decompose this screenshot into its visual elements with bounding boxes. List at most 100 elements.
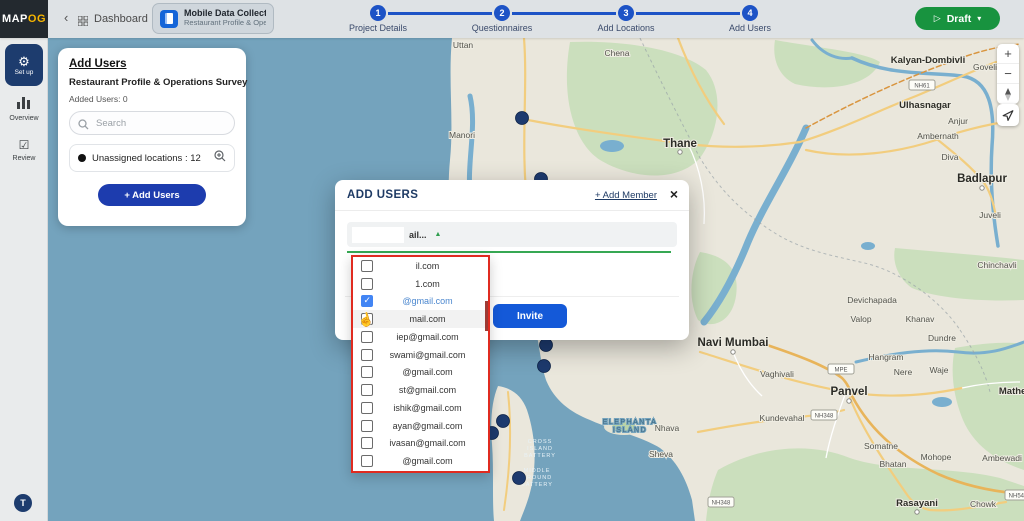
email-option[interactable]: 1.com xyxy=(353,275,488,293)
checkbox[interactable] xyxy=(361,348,373,361)
scrollbar-thumb[interactable] xyxy=(485,301,488,331)
step-1-circle[interactable]: 1 xyxy=(370,5,386,21)
svg-text:Uttan: Uttan xyxy=(453,40,474,50)
step-1-label: Project Details xyxy=(348,23,408,33)
svg-text:BATTERY: BATTERY xyxy=(521,482,553,488)
svg-text:NH61: NH61 xyxy=(914,84,930,90)
chevron-down-icon: ▾ xyxy=(977,14,982,23)
navigation-arrow-icon xyxy=(1002,110,1014,121)
location-marker xyxy=(512,471,526,485)
svg-text:Kalyan-Dombivli: Kalyan-Dombivli xyxy=(891,55,965,66)
svg-text:Rasayani: Rasayani xyxy=(896,498,938,509)
close-icon[interactable]: × xyxy=(670,186,678,202)
app-logo[interactable]: MAP OG xyxy=(0,0,48,38)
email-option[interactable]: iep@gmail.com xyxy=(353,328,488,346)
checkbox[interactable] xyxy=(361,366,373,379)
location-marker xyxy=(537,359,551,373)
email-option[interactable]: swami@gmail.com xyxy=(353,346,488,364)
compass-icon xyxy=(1005,87,1011,101)
email-option[interactable]: ishik@gmail.com xyxy=(353,399,488,417)
caret-up-icon: ▲ xyxy=(434,231,442,238)
svg-text:Diva: Diva xyxy=(941,152,958,162)
survey-title: Restaurant Profile & Operations Survey xyxy=(69,77,248,88)
added-users-count: Added Users: 0 xyxy=(69,94,128,104)
svg-text:Chowk: Chowk xyxy=(970,499,997,509)
member-select-field[interactable]: ail... ▲ xyxy=(347,222,677,247)
svg-text:Valop: Valop xyxy=(850,314,871,324)
checkbox[interactable] xyxy=(361,419,373,432)
modal-title: ADD USERS xyxy=(347,189,419,201)
sidebar-item-overview[interactable]: Overview xyxy=(0,96,48,122)
location-marker xyxy=(539,338,553,352)
svg-text:Anjur: Anjur xyxy=(948,116,968,126)
checkbox-icon: ☑ xyxy=(18,138,30,152)
play-icon: ▷ xyxy=(933,13,941,23)
svg-text:Dundre: Dundre xyxy=(928,333,956,343)
step-3-circle[interactable]: 3 xyxy=(618,5,634,21)
sidebar-item-setup[interactable]: ⚙ Set up xyxy=(5,44,43,86)
email-option[interactable]: st@gmail.com xyxy=(353,381,488,399)
email-option[interactable]: il.com xyxy=(353,257,488,275)
svg-text:Badlapur: Badlapur xyxy=(957,173,1007,185)
svg-text:Nhava: Nhava xyxy=(655,423,680,433)
svg-text:Chinchavli: Chinchavli xyxy=(977,260,1016,270)
invite-button[interactable]: Invite xyxy=(493,304,567,328)
compass-button[interactable] xyxy=(997,84,1019,104)
breadcrumb-dashboard[interactable]: Dashboard xyxy=(94,13,148,25)
draft-button[interactable]: ▷ Draft ▾ xyxy=(915,7,1000,30)
checkbox[interactable] xyxy=(361,384,373,397)
svg-text:ELEPHANTA: ELEPHANTA xyxy=(603,419,658,426)
svg-text:MIDDLE: MIDDLE xyxy=(524,468,551,474)
zoom-to-locations-icon[interactable] xyxy=(214,149,226,167)
checkbox[interactable] xyxy=(361,455,373,468)
email-option[interactable]: @gmail.com xyxy=(353,364,488,382)
stepper-connector xyxy=(636,12,740,15)
bar-chart-icon xyxy=(17,97,30,109)
checkbox[interactable] xyxy=(361,437,373,450)
svg-text:Nere: Nere xyxy=(894,367,913,377)
unassigned-locations-row[interactable]: Unassigned locations : 12 xyxy=(69,144,235,172)
step-3-label: Add Locations xyxy=(597,23,655,33)
svg-text:Ulhasnagar: Ulhasnagar xyxy=(899,100,951,111)
svg-text:Kundevahal: Kundevahal xyxy=(760,413,805,423)
step-4-circle[interactable]: 4 xyxy=(742,5,758,21)
checkbox[interactable] xyxy=(361,277,373,290)
project-tab[interactable]: Mobile Data Collection Restaurant Profil… xyxy=(152,3,274,34)
svg-text:Panvel: Panvel xyxy=(830,386,867,398)
svg-text:Sheva: Sheva xyxy=(649,449,673,459)
email-option[interactable]: @gmail.com xyxy=(353,452,488,470)
email-option[interactable]: ivasan@gmail.com xyxy=(353,435,488,453)
email-option[interactable]: ayan@gmail.com xyxy=(353,417,488,435)
svg-text:Juveli: Juveli xyxy=(979,210,1001,220)
locate-button[interactable] xyxy=(997,104,1019,126)
zoom-out-button[interactable]: − xyxy=(997,64,1019,84)
checkbox[interactable] xyxy=(361,313,373,326)
step-2-circle[interactable]: 2 xyxy=(494,5,510,21)
add-users-button[interactable]: + Add Users xyxy=(98,184,206,206)
redacted-text xyxy=(352,226,404,243)
add-member-link[interactable]: + Add Member xyxy=(595,190,657,201)
map-zoom-controls: + − xyxy=(997,44,1019,104)
back-chevron-icon[interactable]: ‹ xyxy=(64,10,68,25)
svg-text:BATTERY: BATTERY xyxy=(524,453,556,459)
checkbox[interactable] xyxy=(361,401,373,414)
checkbox[interactable] xyxy=(361,259,373,272)
sidebar-item-review[interactable]: ☑ Review xyxy=(0,136,48,162)
zoom-in-button[interactable]: + xyxy=(997,44,1019,64)
checkbox-checked[interactable] xyxy=(361,295,373,308)
add-users-panel: Add Users Restaurant Profile & Operation… xyxy=(58,48,248,226)
checkbox[interactable] xyxy=(361,330,373,343)
svg-text:Matheran: Matheran xyxy=(999,386,1024,397)
search-input[interactable] xyxy=(69,111,235,135)
svg-text:Ambernath: Ambernath xyxy=(917,131,959,141)
select-focus-underline xyxy=(347,251,671,253)
grid-icon[interactable] xyxy=(77,13,89,31)
svg-text:Devichapada: Devichapada xyxy=(847,295,897,305)
top-header: MAPOG ‹ Dashboard Mobile Data Collection… xyxy=(0,0,1024,38)
svg-text:NH348: NH348 xyxy=(712,501,731,507)
location-marker xyxy=(496,414,510,428)
user-avatar[interactable]: T xyxy=(14,494,32,512)
email-option[interactable]: mail.com ☝ xyxy=(353,310,488,329)
email-option[interactable]: @gmail.com xyxy=(353,293,488,311)
step-2-label: Questionnaires xyxy=(471,23,533,33)
